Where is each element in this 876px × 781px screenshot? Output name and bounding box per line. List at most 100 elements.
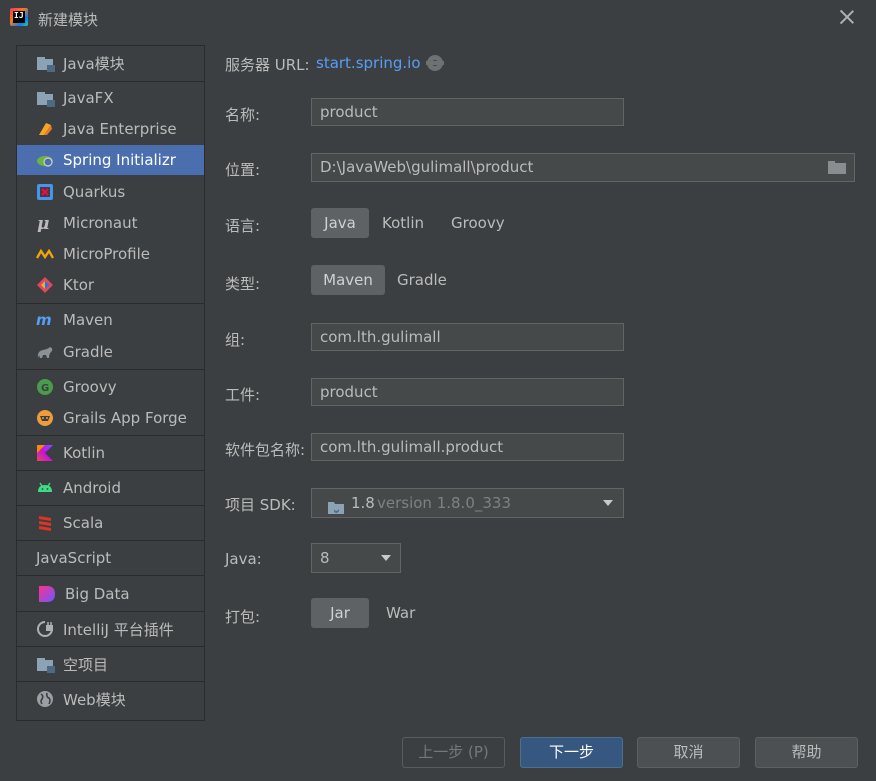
sidebar-item-javascript[interactable]: JavaScript xyxy=(17,543,204,573)
sidebar-item-micronaut[interactable]: μ Micronaut xyxy=(17,208,204,238)
sidebar-item-microprofile[interactable]: MicroProfile xyxy=(17,239,204,269)
divider xyxy=(17,611,204,612)
project-sdk-label: 项目 SDK: xyxy=(225,496,296,514)
project-sdk-dropdown[interactable]: 1.8 version 1.8.0_333 xyxy=(311,488,624,518)
sidebar-item-groovy[interactable]: G Groovy xyxy=(17,372,204,402)
sidebar-item-label: Gradle xyxy=(63,343,113,361)
type-label: 类型: xyxy=(225,275,261,293)
spring-icon xyxy=(36,151,54,169)
ktor-icon xyxy=(36,276,54,294)
help-button[interactable]: 帮助 xyxy=(755,737,858,768)
sidebar-item-label: Quarkus xyxy=(63,183,126,201)
sidebar-item-label: Ktor xyxy=(63,276,95,294)
java-enterprise-icon xyxy=(36,120,54,138)
sidebar-item-quarkus[interactable]: Quarkus xyxy=(17,177,204,207)
sidebar-item-java[interactable]: Java模块 xyxy=(17,48,204,78)
gear-icon[interactable] xyxy=(426,55,444,71)
folder-icon xyxy=(36,54,55,72)
sidebar-item-label: Spring Initializr xyxy=(63,151,176,169)
chevron-down-icon xyxy=(381,555,391,561)
packaging-label: 打包: xyxy=(225,608,261,626)
cancel-button[interactable]: 取消 xyxy=(637,737,740,768)
sidebar-item-intellij-plugin[interactable]: IntelliJ 平台插件 xyxy=(17,614,204,644)
divider xyxy=(17,303,204,304)
sidebar-item-label: MicroProfile xyxy=(63,245,151,263)
language-option-java[interactable]: Java xyxy=(311,208,369,238)
window-title: 新建模块 xyxy=(38,11,99,29)
sidebar-item-android[interactable]: Android xyxy=(17,473,204,503)
location-label: 位置: xyxy=(225,161,261,179)
sidebar-item-ktor[interactable]: Ktor xyxy=(17,270,204,300)
sidebar-item-label: Web模块 xyxy=(63,690,126,709)
plugin-icon xyxy=(36,620,54,638)
big-data-icon xyxy=(38,585,56,603)
folder-icon xyxy=(36,89,55,107)
jdk-folder-icon xyxy=(328,496,345,514)
java-version-label: Java: xyxy=(225,550,262,568)
sidebar-item-big-data[interactable]: Big Data xyxy=(17,579,204,609)
sidebar-item-label: JavaFX xyxy=(63,89,114,107)
grails-icon xyxy=(36,409,54,427)
maven-icon: m xyxy=(36,311,54,329)
sdk-version: version 1.8.0_333 xyxy=(377,494,512,512)
artifact-field[interactable]: product xyxy=(311,378,624,406)
svg-text:G: G xyxy=(41,383,49,394)
sidebar-item-label: Java模块 xyxy=(63,54,125,73)
android-icon xyxy=(36,479,54,497)
divider xyxy=(17,81,204,82)
chevron-down-icon xyxy=(603,500,613,506)
folder-browse-icon[interactable] xyxy=(828,161,846,175)
sidebar-item-maven[interactable]: m Maven xyxy=(17,305,204,335)
sidebar-item-label: Maven xyxy=(63,311,113,329)
group-field[interactable]: com.lth.gulimall xyxy=(311,323,624,351)
svg-text:m: m xyxy=(36,311,52,329)
java-version-dropdown[interactable]: 8 xyxy=(311,543,401,573)
intellij-logo-icon: IJ xyxy=(10,8,28,26)
sidebar-item-scala[interactable]: Scala xyxy=(17,508,204,538)
sidebar-item-java-enterprise[interactable]: Java Enterprise xyxy=(17,114,204,144)
type-option-gradle[interactable]: Gradle xyxy=(385,265,459,295)
scala-icon xyxy=(36,514,54,532)
name-label: 名称: xyxy=(225,106,261,124)
sidebar-item-label: JavaScript xyxy=(36,549,112,567)
sidebar-item-gradle[interactable]: Gradle xyxy=(17,337,204,367)
language-option-kotlin[interactable]: Kotlin xyxy=(370,208,436,238)
sidebar-item-grails[interactable]: Grails App Forge xyxy=(17,403,204,433)
sidebar-item-kotlin[interactable]: Kotlin xyxy=(17,438,204,468)
language-label: 语言: xyxy=(225,217,261,235)
name-field[interactable]: product xyxy=(311,98,624,126)
divider xyxy=(17,369,204,370)
sdk-value: 1.8 xyxy=(351,494,375,512)
gradle-icon xyxy=(36,343,54,361)
java-version-value: 8 xyxy=(320,549,330,567)
divider xyxy=(17,435,204,436)
sidebar-item-label: Grails App Forge xyxy=(63,409,187,427)
folder-icon xyxy=(36,655,55,673)
sidebar-item-empty-project[interactable]: 空项目 xyxy=(17,649,204,679)
server-url-link[interactable]: start.spring.io xyxy=(316,54,421,72)
package-name-field[interactable]: com.lth.gulimall.product xyxy=(311,433,624,461)
sidebar-item-javafx[interactable]: JavaFX xyxy=(17,83,204,113)
micronaut-icon: μ xyxy=(36,214,54,234)
packaging-option-war[interactable]: War xyxy=(374,598,427,628)
language-option-groovy[interactable]: Groovy xyxy=(439,208,517,238)
location-field[interactable]: D:\JavaWeb\gulimall\product xyxy=(311,153,855,182)
divider xyxy=(17,470,204,471)
close-icon[interactable] xyxy=(838,8,856,26)
type-option-maven[interactable]: Maven xyxy=(311,265,385,295)
microprofile-icon xyxy=(35,245,55,263)
groovy-icon: G xyxy=(36,378,54,396)
sidebar-item-label: Micronaut xyxy=(63,214,138,232)
previous-button[interactable]: 上一步 (P) xyxy=(402,737,505,768)
server-url-label: 服务器 URL: xyxy=(225,56,310,74)
sidebar-item-spring-initializr[interactable]: Spring Initializr xyxy=(17,145,204,175)
divider xyxy=(17,681,204,682)
sidebar-item-label: Kotlin xyxy=(63,444,105,462)
svg-text:μ: μ xyxy=(37,214,49,232)
divider xyxy=(17,646,204,647)
packaging-option-jar[interactable]: Jar xyxy=(311,598,369,628)
sidebar-item-web-module[interactable]: Web模块 xyxy=(17,684,204,714)
artifact-label: 工件: xyxy=(225,386,261,404)
sidebar-item-label: Big Data xyxy=(65,585,130,603)
next-button[interactable]: 下一步 xyxy=(520,737,623,768)
